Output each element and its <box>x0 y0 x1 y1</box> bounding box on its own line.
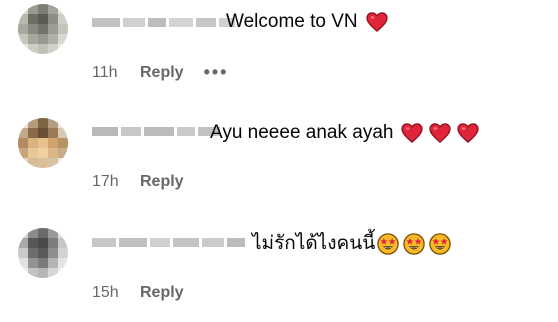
comment-timestamp: 15h <box>92 284 119 301</box>
avatar[interactable] <box>18 228 68 278</box>
comment-timestamp: 17h <box>92 173 119 190</box>
commenter-name-blurred[interactable] <box>92 235 245 249</box>
comment-timestamp: 11h <box>92 63 118 81</box>
comment-text-content: ไม่รักได้ไงคนนี้ <box>252 233 376 254</box>
star-struck-face-icon <box>403 233 425 255</box>
comment-text: Ayu neeee anak ayah <box>210 122 480 144</box>
commenter-name-blurred[interactable] <box>92 15 235 29</box>
reply-button[interactable]: Reply <box>140 173 184 191</box>
comment-item: ไม่รักได้ไงคนนี้ 15h Reply <box>0 220 558 320</box>
comment-meta: 15h Reply <box>92 284 184 302</box>
emoji-group <box>377 233 451 255</box>
star-struck-face-icon <box>429 233 451 255</box>
avatar[interactable] <box>18 118 68 168</box>
red-heart-icon <box>366 12 388 32</box>
comment-item: Welcome to VN 11h Reply ••• <box>0 0 558 100</box>
more-options-icon[interactable]: ••• <box>204 62 229 83</box>
avatar[interactable] <box>18 4 68 54</box>
red-heart-icon <box>457 123 480 143</box>
star-struck-face-icon <box>377 233 399 255</box>
emoji-group <box>366 12 388 32</box>
reply-button[interactable]: Reply <box>140 64 184 82</box>
commenter-name-blurred[interactable] <box>92 124 220 138</box>
comment-text: Welcome to VN <box>226 11 388 33</box>
reply-button[interactable]: Reply <box>140 284 184 302</box>
comment-meta: 17h Reply <box>92 173 184 191</box>
comment-text-content: Welcome to VN <box>226 11 358 32</box>
comment-text-content: Ayu neeee anak ayah <box>210 122 394 143</box>
red-heart-icon <box>429 123 452 143</box>
comment-meta: 11h Reply ••• <box>92 62 228 83</box>
emoji-group <box>401 123 480 143</box>
comment-text: ไม่รักได้ไงคนนี้ <box>252 233 451 255</box>
red-heart-icon <box>401 123 424 143</box>
comment-item: Ayu neeee anak ayah 17h Reply <box>0 110 558 210</box>
